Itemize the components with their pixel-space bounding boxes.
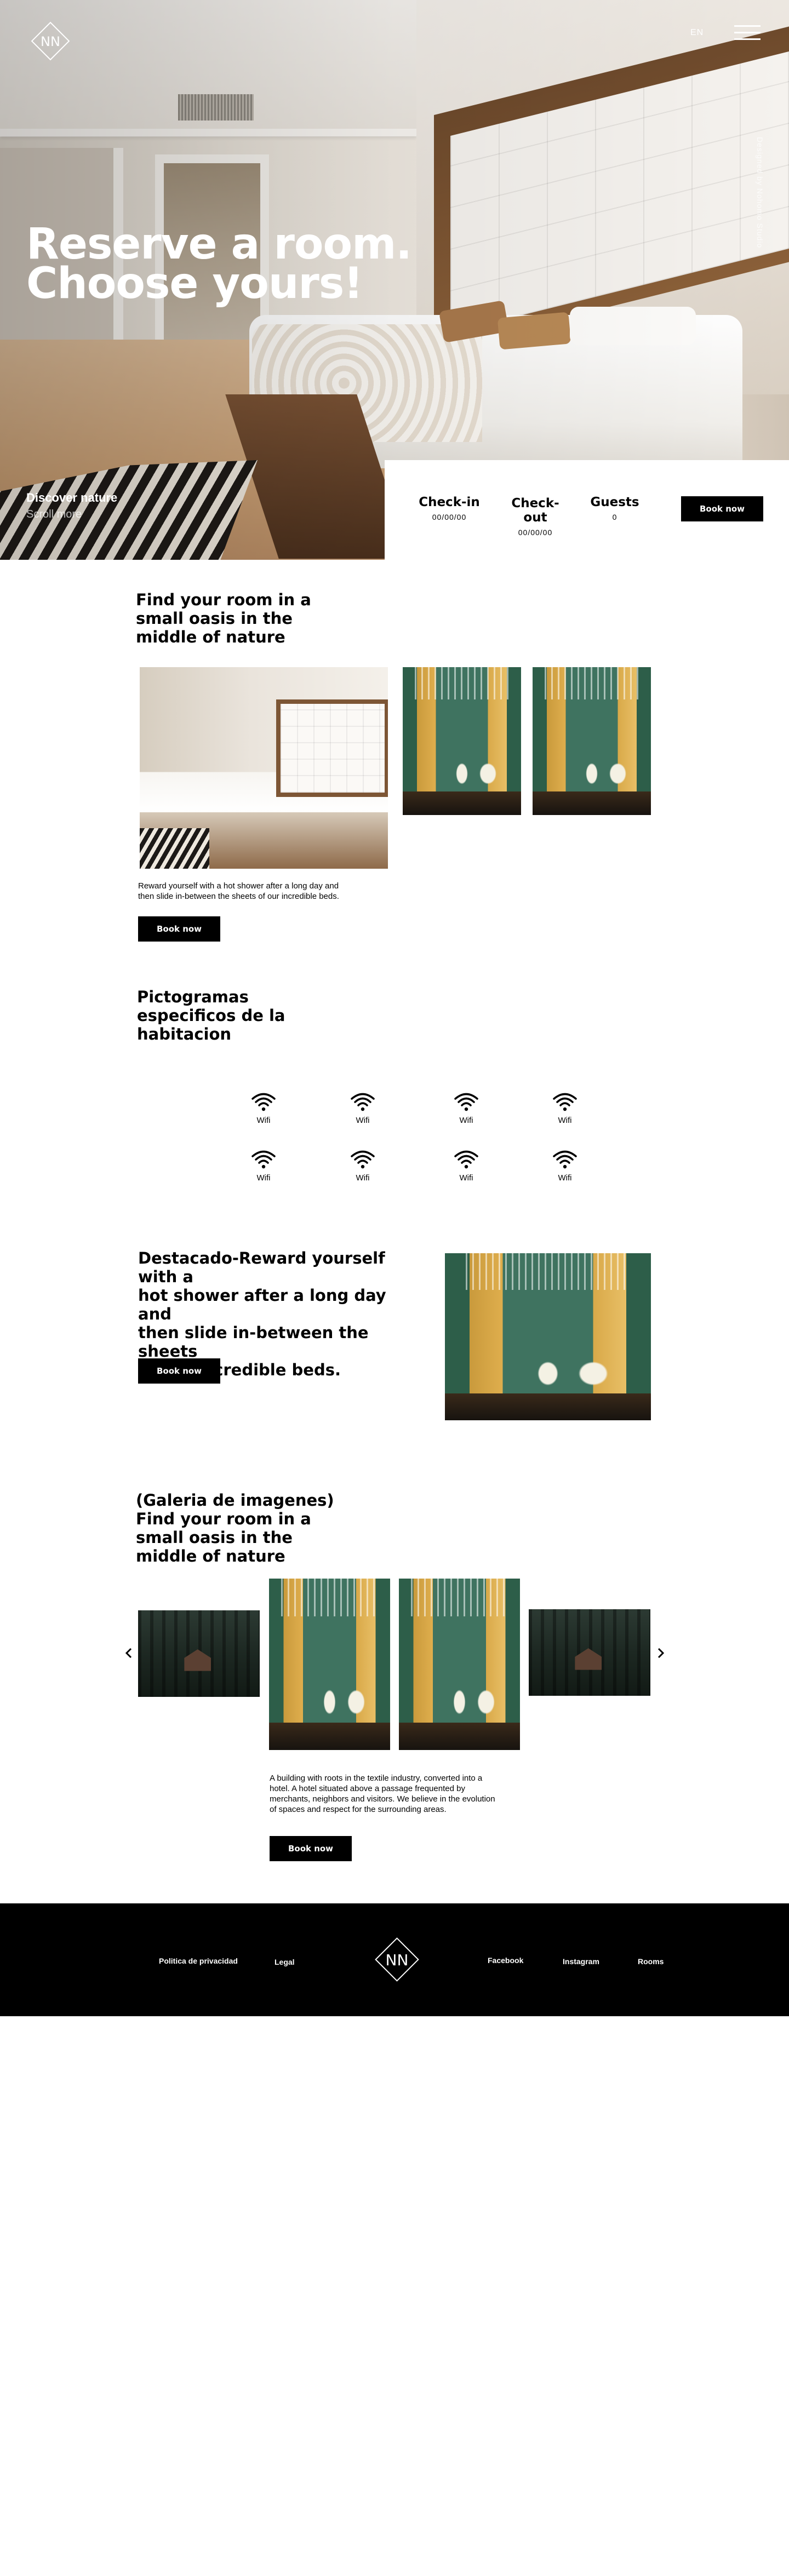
hero-section: NN EN Designed by Nohomo Studio Reserve … — [0, 0, 789, 560]
hero-title-line: Choose yours! — [26, 259, 363, 308]
checkout-value: 00/00/00 — [518, 528, 553, 537]
guests-field[interactable]: Guests 0 — [587, 495, 642, 521]
hero-title: Reserve a room. Choose yours! — [26, 223, 443, 305]
logo-letters: NN — [41, 34, 60, 49]
menu-icon[interactable] — [734, 25, 761, 41]
logo-icon[interactable]: NN — [28, 19, 72, 63]
discover-link[interactable]: Discover nature — [26, 491, 117, 505]
vertical-credit: Designed by Nohomo Studio — [756, 137, 764, 249]
booking-book-button[interactable]: Book now — [681, 496, 763, 521]
checkout-label: Check-out — [511, 496, 559, 525]
language-selector[interactable]: EN — [690, 28, 704, 38]
checkin-field[interactable]: Check-in 00/00/00 — [416, 495, 482, 521]
guests-label: Guests — [590, 495, 639, 509]
scroll-hint: Scroll more — [26, 508, 82, 520]
booking-bar: Check-in 00/00/00 Check-out 00/00/00 Gue… — [385, 460, 789, 560]
checkin-label: Check-in — [419, 495, 480, 509]
checkin-value: 00/00/00 — [432, 513, 467, 521]
page-canvas — [0, 560, 789, 2576]
guests-value: 0 — [612, 513, 618, 521]
checkout-field[interactable]: Check-out 00/00/00 — [500, 496, 571, 537]
